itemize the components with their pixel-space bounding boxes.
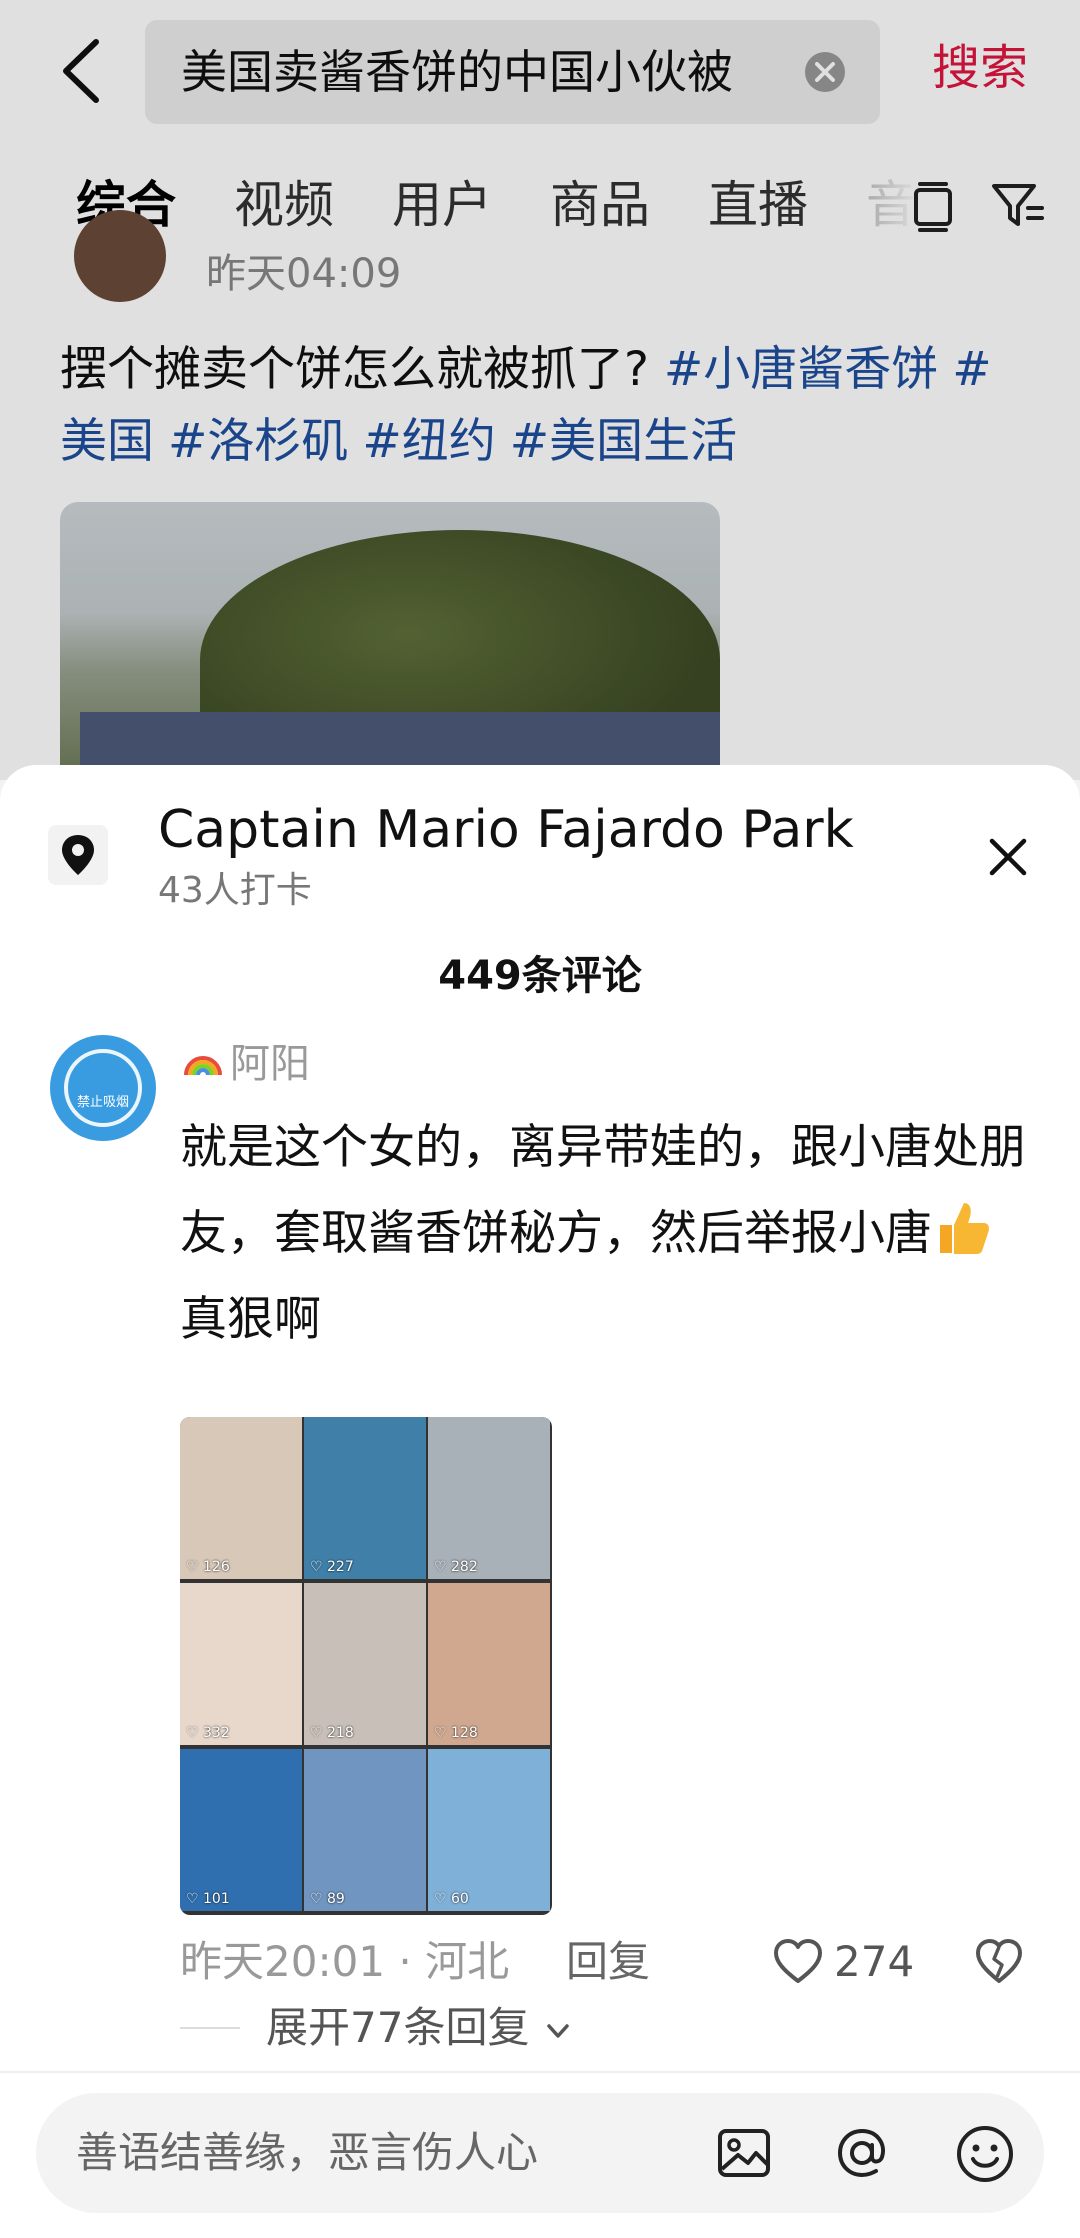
grid-thumbnail[interactable]: ♡ 101: [180, 1749, 302, 1911]
broken-heart-icon[interactable]: [974, 1937, 1024, 1987]
no-smoking-icon: [64, 1049, 142, 1127]
thumbnail-like-count: ♡ 332: [186, 1725, 230, 1741]
comment-time-location: 昨天20:01 · 河北: [180, 1937, 510, 1986]
thumbnail-like-count: ♡ 218: [310, 1725, 354, 1741]
input-divider: [0, 2071, 1080, 2073]
thumbnail-like-count: ♡ 89: [310, 1891, 345, 1907]
expand-replies-label: 展开77条回复: [266, 2003, 530, 2052]
commenter-avatar[interactable]: 禁止吸烟: [50, 1035, 156, 1141]
heart-icon[interactable]: [772, 1937, 824, 1987]
like-count: 274: [834, 1937, 915, 1986]
grid-thumbnail[interactable]: ♡ 126: [180, 1417, 302, 1579]
close-icon[interactable]: [984, 833, 1032, 881]
replies-divider: [180, 2027, 240, 2029]
thumbnail-like-count: ♡ 227: [310, 1559, 354, 1575]
grid-thumbnail[interactable]: ♡ 89: [304, 1749, 426, 1911]
mention-icon[interactable]: [832, 2123, 892, 2183]
thumbnail-like-count: ♡ 128: [434, 1725, 478, 1741]
emoji-icon[interactable]: [954, 2123, 1016, 2185]
location-pin-icon: [62, 835, 94, 875]
grid-thumbnail[interactable]: ♡ 218: [304, 1583, 426, 1745]
expand-replies-button[interactable]: 展开77条回复: [266, 2001, 573, 2055]
commenter-name[interactable]: 阿阳: [182, 1039, 310, 1089]
grid-thumbnail[interactable]: ♡ 128: [428, 1583, 550, 1745]
thumbnail-like-count: ♡ 60: [434, 1891, 469, 1907]
thumbs-up-icon: [940, 1203, 989, 1254]
reply-button[interactable]: 回复: [566, 1935, 650, 1989]
thumbnail-like-count: ♡ 282: [434, 1559, 478, 1575]
comment-image-grid[interactable]: ♡ 126 ♡ 227 ♡ 282 ♡ 332 ♡ 218 ♡ 128 ♡ 101 ♡ 89 ♡…: [180, 1417, 552, 1915]
comment-text: 就是这个女的，离异带娃的，跟小唐处朋友，套取酱香饼秘方，然后举报小唐 真狠啊: [180, 1105, 1040, 1363]
thumbnail-like-count: ♡ 101: [186, 1891, 230, 1907]
commenter-name-text: 阿阳: [230, 1041, 310, 1087]
location-icon-box: [48, 825, 108, 885]
grid-thumbnail[interactable]: ♡ 60: [428, 1749, 550, 1911]
rainbow-icon: [184, 1056, 222, 1076]
location-name[interactable]: Captain Mario Fajardo Park: [158, 799, 854, 861]
thumbnail-like-count: ♡ 126: [186, 1559, 230, 1575]
comments-sheet: Captain Mario Fajardo Park 43人打卡 449条评论 …: [0, 765, 1080, 2238]
checkin-count: 43人打卡: [158, 870, 312, 911]
grid-thumbnail[interactable]: ♡ 282: [428, 1417, 550, 1579]
comment-count: 449条评论: [438, 953, 642, 999]
grid-thumbnail[interactable]: ♡ 332: [180, 1583, 302, 1745]
chevron-down-icon: [547, 2024, 569, 2038]
comment-text-part: 真狠啊: [180, 1292, 321, 1347]
comment-input[interactable]: 善语结善缘，恶言伤人心: [36, 2093, 1044, 2213]
comment-input-placeholder: 善语结善缘，恶言伤人心: [76, 2128, 539, 2177]
avatar-caption: 禁止吸烟: [76, 1095, 129, 1110]
grid-thumbnail[interactable]: ♡ 227: [304, 1417, 426, 1579]
comment-text-part: 就是这个女的，离异带娃的，跟小唐处朋友，套取酱香饼秘方，然后举报小唐: [180, 1120, 1026, 1261]
image-icon[interactable]: [714, 2123, 774, 2183]
dim-overlay[interactable]: [0, 0, 1080, 780]
